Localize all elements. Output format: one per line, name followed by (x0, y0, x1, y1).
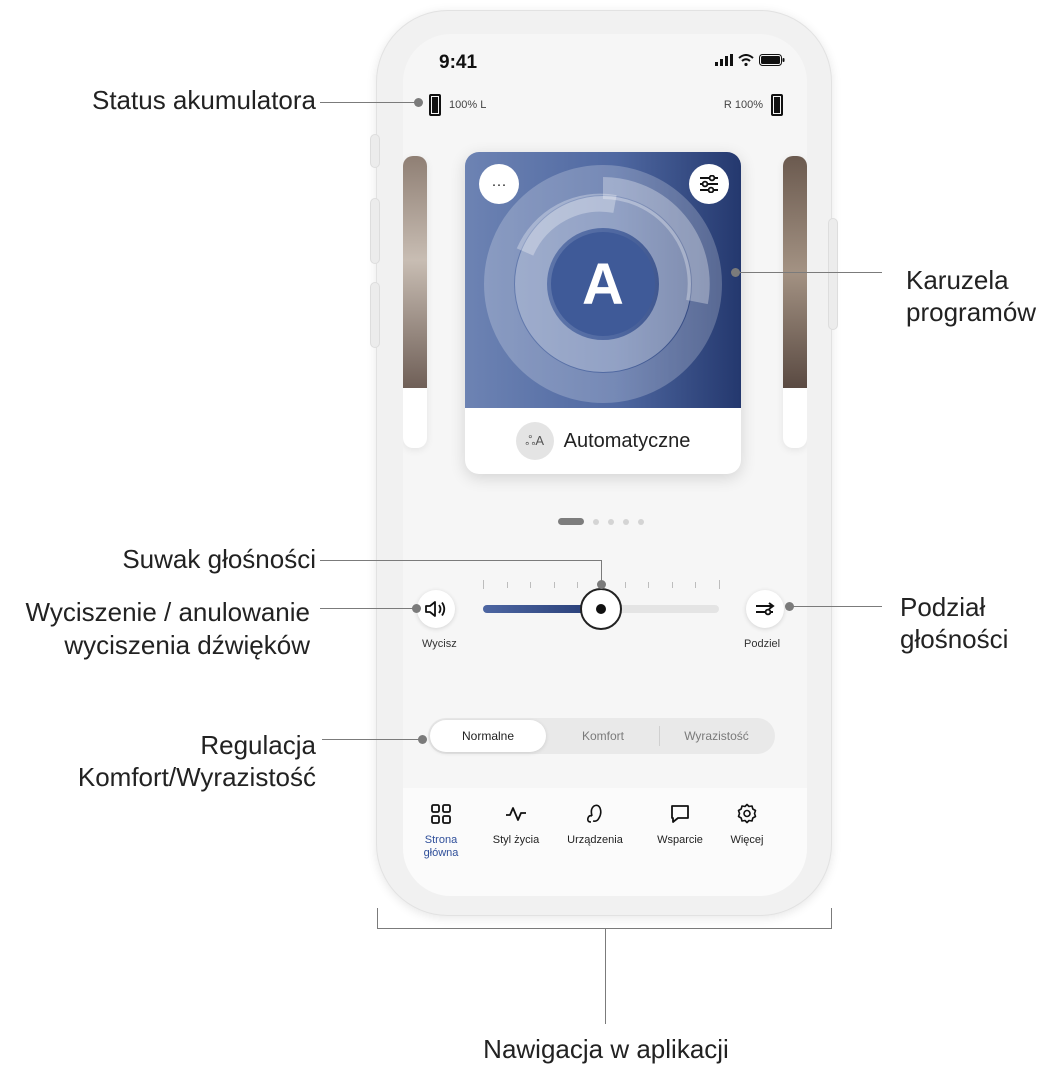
volume-tick (695, 582, 697, 588)
hearing-aid-auto-icon: ஃA (515, 422, 554, 460)
nav-label-more: Więcej (730, 834, 764, 846)
carousel-card-next[interactable] (783, 156, 807, 448)
phone-side-button-power (828, 218, 838, 330)
signal-icon (715, 54, 733, 66)
carousel-page-dot[interactable] (638, 518, 644, 525)
bracket-navigation-left (377, 908, 378, 928)
leader-volume-h (320, 560, 602, 561)
nav-label-lifestyle: Styl życia (492, 834, 540, 846)
bracket-navigation-right (831, 908, 832, 928)
volume-tick (553, 582, 555, 588)
callout-program-carousel-2: programów (906, 297, 1037, 327)
battery-right-label: R 100% (723, 99, 763, 111)
nav-item-lifestyle[interactable]: Styl życia (478, 800, 554, 847)
program-settings-button[interactable] (689, 164, 729, 204)
volume-tick (506, 582, 508, 588)
nav-label-support: Wsparcie (657, 834, 703, 846)
callout-comfort-1: Regulacja (200, 730, 316, 760)
carousel-page-dot[interactable] (558, 518, 584, 525)
sliders-icon (700, 175, 718, 193)
volume-tick (671, 582, 673, 588)
split-volume-button[interactable] (746, 590, 784, 628)
phone-battery-icon (759, 54, 785, 66)
volume-slider-thumb[interactable] (580, 588, 622, 630)
grid-icon (431, 804, 451, 824)
phone-side-button-volume-down (370, 282, 380, 348)
split-arrows-icon (756, 602, 775, 616)
nav-label-devices: Urządzenia (567, 834, 623, 846)
volume-tick (577, 582, 579, 588)
carousel-card-previous[interactable] (403, 156, 427, 448)
battery-left-label: 100% L (449, 99, 487, 111)
volume-tick (624, 582, 626, 588)
more-options-icon: ··· (491, 175, 507, 193)
carousel-page-dot[interactable] (623, 518, 629, 525)
nav-item-home[interactable]: Strona główna (403, 800, 479, 860)
mute-label: Wycisz (422, 638, 457, 650)
battery-right: R 100% (724, 94, 783, 116)
gear-icon (737, 803, 757, 824)
mute-button[interactable] (417, 590, 455, 628)
leader-navigation (605, 928, 606, 1024)
volume-tick (530, 582, 532, 588)
sound-mode-clarity[interactable]: Wyrazistość (660, 720, 773, 752)
phone-side-button-action (370, 134, 380, 168)
callout-mute-1: Wyciszenie / anulowanie (25, 597, 310, 627)
callout-battery-status: Status akumulatora (91, 85, 316, 115)
callout-split-1: Podział (900, 592, 986, 622)
leader-mute (320, 608, 416, 609)
sound-mode-normal[interactable]: Normalne (430, 720, 546, 752)
volume-tick (648, 582, 650, 588)
bottom-navigation: Strona główna Styl życia Urządzenia Wspa… (403, 788, 807, 896)
status-icons (715, 54, 785, 66)
sound-mode-comfort[interactable]: Komfort (548, 720, 658, 752)
callout-volume-slider: Suwak głośności (122, 544, 316, 574)
carousel-page-indicator (558, 518, 644, 525)
leader-split (790, 606, 882, 607)
volume-tick (719, 580, 720, 589)
nav-item-support[interactable]: Wsparcie (642, 800, 718, 847)
app-screen: 9:41 100% L R 100% A ··· ஃA Automatyczne… (403, 34, 807, 896)
callout-navigation: Nawigacja w aplikacji (483, 1034, 729, 1064)
leader-battery (320, 102, 418, 103)
leader-dot-volume (597, 580, 606, 589)
program-photo (403, 156, 427, 388)
battery-left: 100% L (429, 94, 486, 116)
leader-dot-carousel (731, 268, 740, 277)
leader-dot-split (785, 602, 794, 611)
sound-mode-selector: Normalne Komfort Wyrazistość (428, 718, 775, 754)
leader-dot-mute (412, 604, 421, 613)
callout-program-carousel-1: Karuzela (906, 265, 1009, 295)
program-name: Automatyczne (563, 429, 691, 452)
activity-icon (506, 807, 526, 821)
more-options-button[interactable]: ··· (479, 164, 519, 204)
callout-split-2: głośności (900, 624, 1009, 654)
hearing-aid-icon (587, 804, 602, 823)
battery-right-icon (771, 94, 783, 116)
split-volume-label: Podziel (744, 638, 781, 650)
nav-label-home: Strona główna (423, 834, 459, 859)
leader-carousel (736, 272, 882, 273)
program-card-footer: ஃA Automatyczne (465, 408, 741, 474)
leader-comfort (322, 739, 422, 740)
status-time: 9:41 (439, 52, 478, 73)
leader-dot-comfort (418, 735, 427, 744)
wifi-icon (738, 54, 754, 66)
callout-comfort-2: Komfort/Wyrazistość (77, 762, 316, 792)
program-card[interactable]: A ··· ஃA Automatyczne (465, 152, 741, 474)
callout-mute-2: wyciszenia dźwięków (64, 630, 310, 660)
phone-side-button-volume-up (370, 198, 380, 264)
volume-tick (483, 580, 484, 589)
carousel-page-dot[interactable] (608, 518, 614, 525)
speaker-icon (425, 601, 446, 617)
carousel-page-dot[interactable] (593, 518, 599, 525)
battery-left-icon (429, 94, 441, 116)
program-letter: A (582, 252, 624, 317)
nav-item-devices[interactable]: Urządzenia (557, 800, 633, 847)
nav-item-more[interactable]: Więcej (709, 800, 785, 847)
leader-dot-battery (414, 98, 423, 107)
chat-bubble-icon (671, 805, 689, 823)
